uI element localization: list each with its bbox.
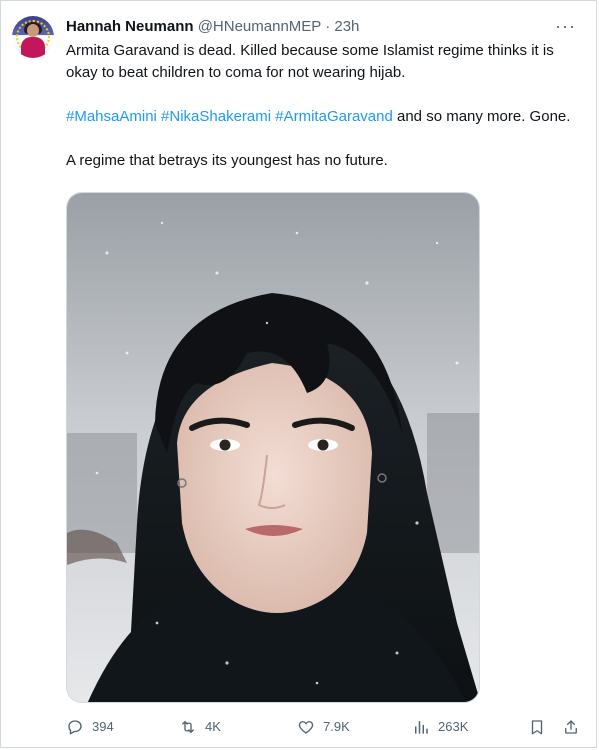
tweet-paragraph-2-tail: and so many more. Gone. [397, 108, 571, 125]
tweet-card[interactable]: Hannah Neumann @HNeumannMEP · 23h ··· Ar… [0, 0, 597, 748]
avatar-person-head [27, 24, 39, 37]
header-separator: · [325, 18, 331, 35]
avatar[interactable] [12, 16, 54, 58]
share-icon [565, 720, 577, 734]
tweet-paragraph-1: Armita Garavand is dead. Killed because … [66, 42, 554, 81]
reply-count: 394 [92, 719, 114, 734]
repost-count: 4K [205, 719, 221, 734]
author-name[interactable]: Hannah Neumann [66, 18, 194, 35]
more-icon[interactable]: ··· [555, 17, 576, 35]
tweet-paragraph-2: #MahsaAmini #NikaShakerami #ArmitaGarava… [66, 106, 586, 128]
hashtag-nikashakerami[interactable]: #NikaShakerami [161, 108, 271, 125]
tweet-actions: 394 4K 7.9K 263K [1, 714, 599, 740]
like-count: 7.9K [323, 719, 350, 734]
tweet-timestamp[interactable]: 23h [334, 18, 359, 35]
tweet-header: Hannah Neumann @HNeumannMEP · 23h [66, 17, 359, 37]
bookmark-button[interactable] [528, 714, 546, 740]
tweet-paragraph-3: A regime that betrays its youngest has n… [66, 152, 388, 169]
tweet-text: Armita Garavand is dead. Killed because … [66, 40, 586, 194]
author-handle[interactable]: @HNeumannMEP [198, 18, 321, 35]
hashtag-mahsaamini[interactable]: #MahsaAmini [66, 108, 157, 125]
tweet-photo[interactable] [66, 192, 480, 703]
reply-button[interactable]: 394 [66, 714, 114, 740]
share-button[interactable] [562, 714, 580, 740]
repost-button[interactable]: 4K [179, 714, 221, 740]
like-button[interactable]: 7.9K [297, 714, 350, 740]
repost-icon [182, 721, 194, 733]
hashtag-armitagaravand[interactable]: #ArmitaGaravand [275, 108, 393, 125]
reply-icon [68, 720, 82, 735]
views-icon [415, 721, 428, 734]
avatar-person-body [21, 37, 45, 58]
heart-icon [298, 721, 314, 734]
views-count: 263K [438, 719, 469, 734]
bookmark-icon [531, 720, 543, 735]
views-button[interactable]: 263K [412, 714, 468, 740]
